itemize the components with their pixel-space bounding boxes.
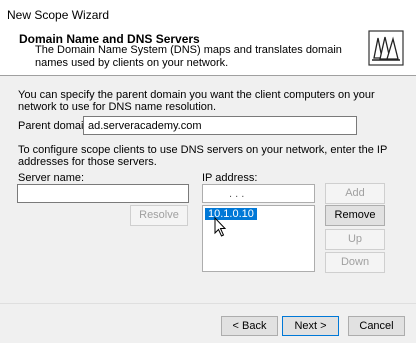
up-button[interactable]: Up (325, 229, 385, 250)
back-button[interactable]: < Back (221, 316, 278, 336)
wizard-footer: < Back Next > Cancel (0, 303, 416, 343)
server-name-input[interactable] (17, 184, 189, 203)
server-name-label: Server name: (18, 172, 85, 184)
ip-address-input[interactable]: . . . (202, 184, 315, 203)
page-description: The Domain Name System (DNS) maps and tr… (35, 44, 342, 69)
parent-domain-label: Parent domain: (18, 120, 93, 132)
ip-address-separators: . . . (229, 188, 245, 200)
parent-domain-input[interactable]: ad.serveracademy.com (83, 116, 357, 135)
dns-servers-intro: To configure scope clients to use DNS se… (18, 144, 388, 168)
books-wizard-icon (368, 30, 404, 66)
cancel-button[interactable]: Cancel (348, 316, 405, 336)
wizard-header: Domain Name and DNS Servers The Domain N… (0, 30, 416, 76)
wizard-content: You can specify the parent domain you wa… (0, 77, 416, 303)
list-item[interactable]: 10.1.0.10 (205, 208, 257, 220)
resolve-button[interactable]: Resolve (130, 205, 188, 226)
title-bar[interactable]: New Scope Wizard (0, 0, 416, 30)
arrow-pointer-icon (214, 217, 227, 237)
down-button[interactable]: Down (325, 252, 385, 273)
ip-address-label: IP address: (202, 172, 258, 184)
parent-domain-intro: You can specify the parent domain you wa… (18, 89, 375, 113)
add-button[interactable]: Add (325, 183, 385, 204)
window-title: New Scope Wizard (7, 8, 110, 22)
dns-server-list[interactable]: 10.1.0.10 (202, 205, 315, 272)
remove-button[interactable]: Remove (325, 205, 385, 226)
next-button[interactable]: Next > (282, 316, 339, 336)
new-scope-wizard-window: New Scope Wizard Domain Name and DNS Ser… (0, 0, 416, 343)
